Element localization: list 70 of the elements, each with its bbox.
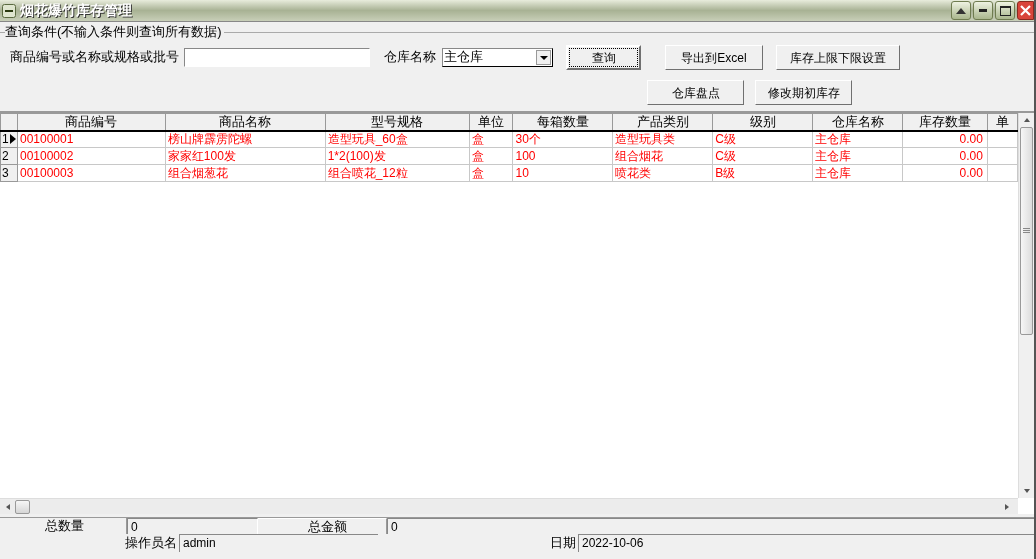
operator-label: 操作员名 [124,535,178,552]
column-header[interactable]: 产品类别 [612,113,713,131]
column-header[interactable]: 仓库名称 [812,113,903,131]
table-cell: C级 [712,147,813,165]
group-legend: 查询条件(不输入条件则查询所有数据) [5,24,224,40]
maximize-icon[interactable] [995,1,1015,20]
table-cell: 盒 [469,147,513,165]
caret-up-icon[interactable] [951,1,971,20]
column-header[interactable]: 单位 [469,113,513,131]
grip-icon [1023,228,1030,234]
table-cell: 造型玩具_60盒 [325,130,469,148]
table-cell: 造型玩具类 [612,130,713,148]
horizontal-scrollbar[interactable] [0,498,1018,514]
table-cell: 30个 [512,130,613,148]
column-header[interactable]: 级别 [712,113,813,131]
total-amount-label: 总金额 [258,518,387,534]
table-cell: 组合烟花 [612,147,713,165]
table-cell [987,130,1018,148]
table-cell: 0.00 [902,164,988,182]
warehouse-dropdown[interactable]: 主仓库 [442,48,553,67]
column-header[interactable]: 商品名称 [165,113,326,131]
date-field: 2022-10-06 [578,534,1034,552]
total-amount-value: 0 [387,518,1034,534]
column-header[interactable]: 商品编号 [17,113,166,131]
toolbar-button[interactable]: 查询 [566,45,641,70]
warehouse-label: 仓库名称 [384,49,436,67]
scrollbar-thumb[interactable] [1020,127,1033,335]
system-menu-icon[interactable] [2,3,16,18]
table-cell: 00100003 [17,164,166,182]
toolbar-button[interactable]: 仓库盘点 [647,80,744,105]
current-row-icon [9,134,16,145]
table-cell: 家家红100发 [165,147,326,165]
scrollbar-thumb[interactable] [15,499,30,514]
table-cell [987,147,1018,165]
toolbar-button[interactable]: 修改期初库存 [755,80,852,105]
table-cell: 00100001 [17,130,166,148]
table-cell [987,164,1018,182]
table-cell: 榜山牌霹雳陀螺 [165,130,326,148]
total-qty-value: 0 [127,518,258,534]
table-cell: 100 [512,147,613,165]
total-qty-label: 总数量 [0,518,127,534]
window-title: 烟花爆竹库存管理 [20,1,132,20]
table-cell: 盒 [469,130,513,148]
table-cell: 组合喷花_12粒 [325,164,469,182]
table-cell: 盒 [469,164,513,182]
operator-field: admin [179,534,378,552]
table-cell: 主仓库 [812,164,903,182]
toolbar-button[interactable]: 导出到Excel [665,45,763,70]
close-icon[interactable] [1017,1,1034,20]
table-cell: 主仓库 [812,147,903,165]
column-header[interactable]: 单 [987,113,1018,131]
keyword-field[interactable] [184,48,370,67]
minimize-icon[interactable] [973,1,993,20]
table-cell: 组合烟葱花 [165,164,326,182]
table-cell: B级 [712,164,813,182]
column-header[interactable]: 型号规格 [325,113,469,131]
table-cell: 1*2(100)发 [325,147,469,165]
table-cell: 喷花类 [612,164,713,182]
column-header[interactable]: 每箱数量 [512,113,613,131]
table-cell: 00100002 [17,147,166,165]
table-cell: 0.00 [902,130,988,148]
keyword-label: 商品编号或名称或规格或批号 [10,49,179,67]
column-header[interactable]: 库存数量 [902,113,988,131]
toolbar-button[interactable]: 库存上限下限设置 [776,45,900,70]
vertical-scrollbar[interactable] [1018,113,1034,498]
table-cell: C级 [712,130,813,148]
table-cell: 0.00 [902,147,988,165]
table-cell: 10 [512,164,613,182]
table-cell: 主仓库 [812,130,903,148]
date-label: 日期 [549,535,577,552]
